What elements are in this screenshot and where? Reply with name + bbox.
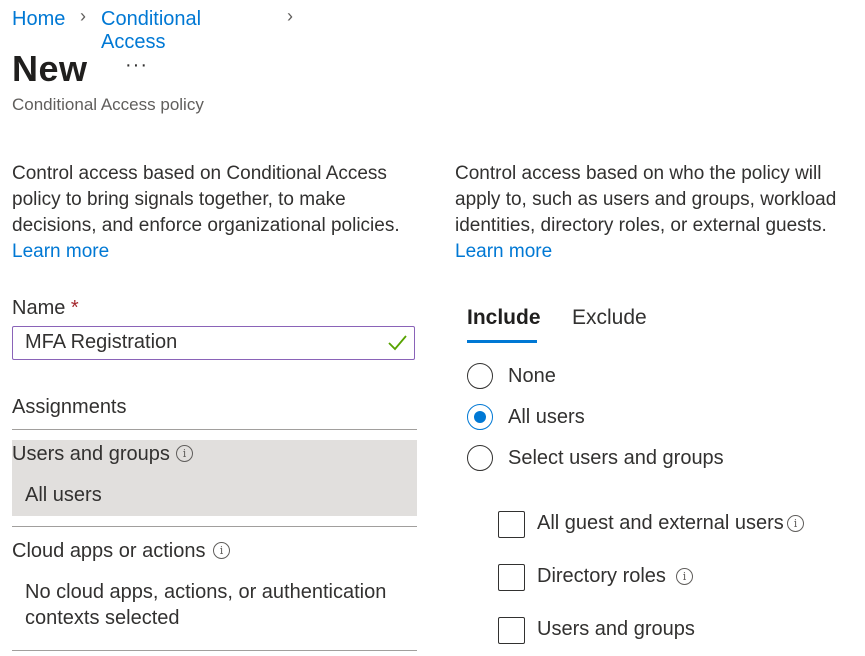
- name-label-text: Name: [12, 297, 66, 319]
- assignments-heading: Assignments: [12, 396, 127, 418]
- right-description: Control access based on who the policy w…: [455, 161, 855, 265]
- users-and-groups-label: Users and groups: [12, 443, 170, 465]
- radio-all-users[interactable]: [467, 404, 493, 430]
- info-icon[interactable]: i: [176, 445, 193, 462]
- cloud-apps-value-link[interactable]: No cloud apps, actions, or authenticatio…: [25, 579, 410, 631]
- checkmark-icon: [388, 335, 407, 351]
- radio-none-label: None: [508, 365, 556, 387]
- checkbox-users-and-groups[interactable]: [498, 617, 525, 644]
- radio-selected-dot: [474, 411, 486, 423]
- tab-include[interactable]: Include: [467, 306, 541, 330]
- radio-select-users-and-groups-label: Select users and groups: [508, 447, 724, 469]
- checkbox-all-guest-and-external-users[interactable]: [498, 511, 525, 538]
- divider: [12, 429, 417, 430]
- right-description-text: Control access based on who the policy w…: [455, 163, 837, 236]
- divider: [12, 526, 417, 527]
- users-and-groups-value-link[interactable]: All users: [25, 484, 102, 507]
- right-learn-more-link[interactable]: Learn more: [455, 241, 552, 262]
- page-title: New: [12, 48, 88, 89]
- divider: [12, 650, 417, 651]
- info-icon[interactable]: i: [787, 515, 804, 532]
- checkbox-all-guest-label: All guest and external users: [537, 512, 784, 534]
- radio-none[interactable]: [467, 363, 493, 389]
- breadcrumb-conditional-access-link[interactable]: Conditional Access: [101, 8, 201, 54]
- info-icon[interactable]: i: [676, 568, 693, 585]
- radio-select-users-and-groups[interactable]: [467, 445, 493, 471]
- users-and-groups-row[interactable]: Users and groups i All users: [12, 440, 417, 516]
- chevron-right-icon: ›: [287, 6, 293, 26]
- left-learn-more-link[interactable]: Learn more: [12, 241, 109, 262]
- cloud-apps-label: Cloud apps or actions: [12, 540, 206, 562]
- checkbox-directory-roles-label: Directory roles: [537, 565, 666, 587]
- tab-include-underline: [467, 340, 537, 343]
- left-description: Control access based on Conditional Acce…: [12, 161, 417, 265]
- name-label: Name *: [12, 297, 79, 320]
- info-icon[interactable]: i: [213, 542, 230, 559]
- name-input[interactable]: [13, 327, 385, 357]
- checkbox-directory-roles[interactable]: [498, 564, 525, 591]
- checkbox-users-and-groups-label: Users and groups: [537, 618, 695, 640]
- page-subtitle: Conditional Access policy: [12, 95, 204, 114]
- left-description-text: Control access based on Conditional Acce…: [12, 163, 400, 236]
- breadcrumb-home-link[interactable]: Home: [12, 8, 65, 31]
- required-indicator: *: [70, 297, 79, 319]
- chevron-right-icon: ›: [80, 6, 86, 26]
- name-field[interactable]: [12, 326, 415, 360]
- more-options-button[interactable]: ···: [125, 54, 148, 77]
- radio-all-users-label: All users: [508, 406, 585, 428]
- tab-exclude[interactable]: Exclude: [572, 306, 647, 330]
